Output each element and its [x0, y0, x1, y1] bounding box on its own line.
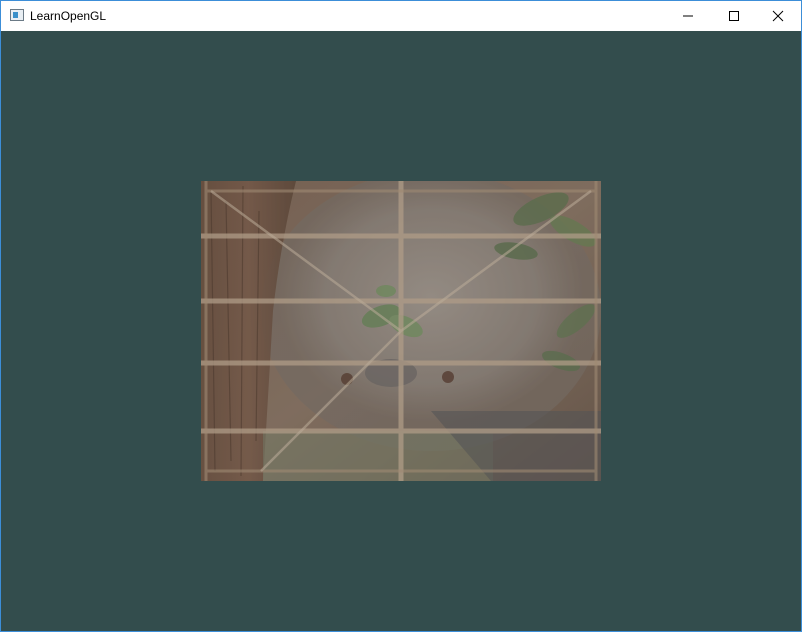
minimize-button[interactable]: [665, 1, 711, 31]
maximize-icon: [729, 11, 739, 21]
title-bar[interactable]: LearnOpenGL: [1, 1, 801, 31]
app-window: LearnOpenGL: [0, 0, 802, 632]
maximize-button[interactable]: [711, 1, 757, 31]
opengl-viewport[interactable]: [1, 31, 801, 631]
window-app-icon: [10, 9, 24, 21]
textured-quad: [201, 181, 601, 481]
minimize-icon: [683, 15, 693, 17]
close-icon: [772, 10, 784, 22]
window-title: LearnOpenGL: [30, 9, 107, 23]
close-button[interactable]: [755, 1, 801, 31]
